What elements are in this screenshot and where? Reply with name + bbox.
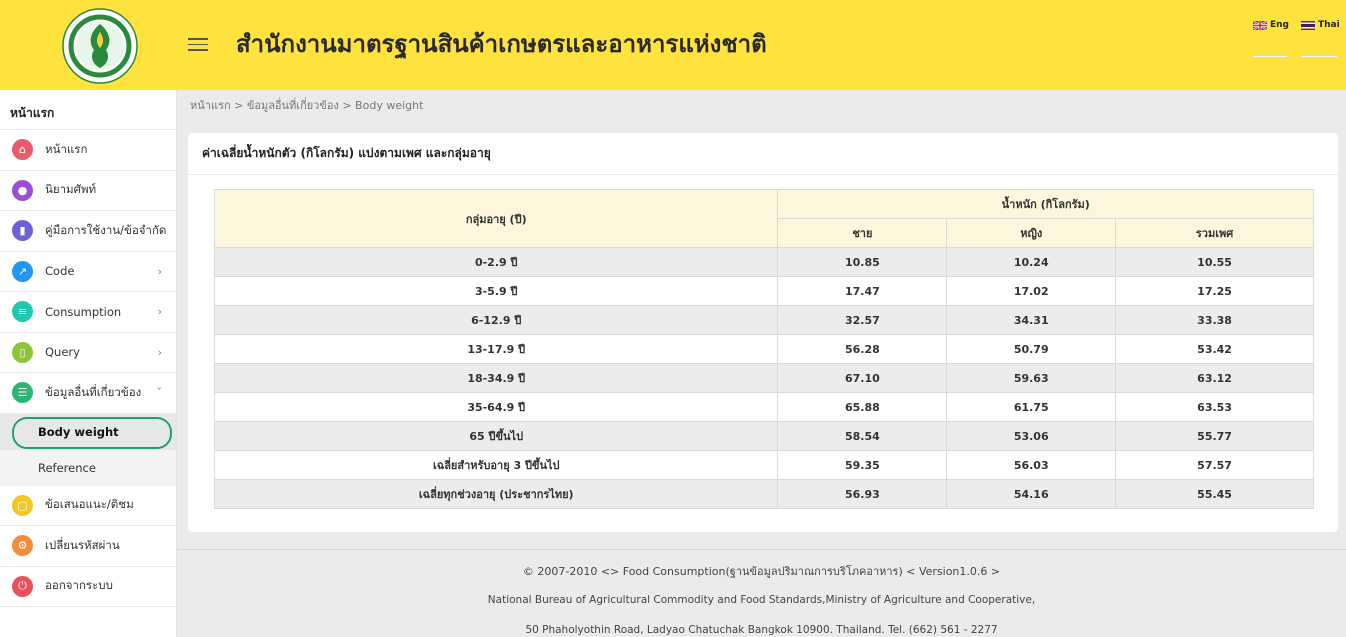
- total-weight-cell: 63.53: [1115, 392, 1314, 422]
- age-group-header: กลุ่มอายุ (ปี): [213, 189, 779, 248]
- total-weight-cell: 17.25: [1115, 276, 1314, 306]
- age-group-cell: เฉลี่ยทุกช่วงอายุ (ประชากรไทย): [213, 479, 779, 509]
- table-row: 35-64.9 ปี 65.88 61.75 63.53: [213, 392, 1314, 422]
- sidebar-subitem-body-weight[interactable]: Body weight: [0, 413, 176, 450]
- top-header: สำนักงานมาตรฐานสินค้าเกษตรและอาหารแห่งชา…: [0, 0, 1346, 90]
- sidebar-item-change-password[interactable]: ⚙ เปลี่ยนรหัสผ่าน: [0, 526, 176, 567]
- sidebar-item-home[interactable]: ⌂ หน้าแรก: [0, 130, 176, 171]
- thai-flag-icon: [1301, 20, 1315, 30]
- total-weight-cell: 33.38: [1115, 305, 1314, 335]
- sidebar-item-consumption[interactable]: ≡ Consumption ›: [0, 292, 176, 333]
- age-group-cell: 3-5.9 ปี: [213, 276, 779, 306]
- lang-english-link[interactable]: Eng: [1252, 19, 1289, 31]
- sidebar-item-feedback[interactable]: ▢ ข้อเสนอแนะ/ติชม: [0, 486, 176, 526]
- lang-thai-underline: [1301, 56, 1337, 57]
- gear-icon: ⚙: [12, 535, 33, 557]
- total-weight-cell: 55.45: [1115, 479, 1314, 509]
- book-icon: ▮: [12, 220, 33, 242]
- body-weight-card: ค่าเฉลี่ยน้ำหนักตัว (กิโลกรัม) แบ่งตามเพ…: [188, 133, 1338, 532]
- bulb-icon: ●: [12, 179, 33, 201]
- chevron-right-icon: ›: [157, 345, 162, 359]
- sidebar-item-logout[interactable]: ⏻ ออกจากระบบ: [0, 567, 176, 607]
- age-group-cell: 6-12.9 ปี: [213, 305, 779, 335]
- male-weight-cell: 56.93: [777, 479, 948, 509]
- age-group-cell: 13-17.9 ปี: [213, 334, 779, 364]
- male-weight-cell: 10.85: [777, 247, 948, 277]
- lang-english-underline: [1253, 56, 1287, 57]
- sidebar-subitem-reference[interactable]: Reference: [0, 449, 176, 486]
- uk-flag-icon: [1252, 19, 1268, 31]
- total-weight-cell: 63.12: [1115, 363, 1314, 393]
- table-row: เฉลี่ยทุกช่วงอายุ (ประชากรไทย) 56.93 54.16…: [213, 479, 1314, 509]
- female-weight-cell: 59.63: [946, 363, 1117, 393]
- file-icon: ▯: [12, 341, 33, 363]
- sidebar-item-manual[interactable]: ▮ คู่มือการใช้งาน/ข้อจำกัด: [0, 211, 176, 252]
- table-row: 18-34.9 ปี 67.10 59.63 63.12: [213, 363, 1314, 393]
- female-weight-cell: 53.06: [946, 421, 1117, 451]
- female-weight-cell: 17.02: [946, 276, 1117, 306]
- sidebar-heading: หน้าแรก: [0, 90, 176, 130]
- female-weight-cell: 61.75: [946, 392, 1117, 422]
- total-header: รวมเพศ: [1115, 218, 1314, 248]
- age-group-cell: 18-34.9 ปี: [213, 363, 779, 393]
- site-title: สำนักงานมาตรฐานสินค้าเกษตรและอาหารแห่งชา…: [236, 30, 767, 58]
- male-header: ชาย: [777, 218, 948, 248]
- male-weight-cell: 65.88: [777, 392, 948, 422]
- table-row: เฉลี่ยสำหรับอายุ 3 ปีขึ้นไป 59.35 56.03 57.…: [213, 450, 1314, 480]
- breadcrumb: หน้าแรก > ข้อมูลอื่นที่เกี่ยวข้อง > Body…: [190, 99, 424, 112]
- age-group-cell: เฉลี่ยสำหรับอายุ 3 ปีขึ้นไป: [213, 450, 779, 480]
- card-title: ค่าเฉลี่ยน้ำหนักตัว (กิโลกรัม) แบ่งตามเพ…: [188, 133, 1338, 175]
- home-icon: ⌂: [12, 139, 33, 161]
- sidebar-item-related-info[interactable]: ☰ ข้อมูลอื่นที่เกี่ยวข้อง ˇ: [0, 373, 176, 414]
- total-weight-cell: 55.77: [1115, 421, 1314, 451]
- agency-logo[interactable]: [46, 6, 154, 86]
- male-weight-cell: 67.10: [777, 363, 948, 393]
- lang-thai-link[interactable]: Thai: [1301, 20, 1340, 30]
- footer-copyright: © 2007-2010 <> Food Consumption(ฐานข้อมู…: [522, 565, 1001, 578]
- female-header: หญิง: [946, 218, 1117, 248]
- table-row: 13-17.9 ปี 56.28 50.79 53.42: [213, 334, 1314, 364]
- chevron-down-icon: ˇ: [156, 386, 163, 400]
- age-group-cell: 35-64.9 ปี: [213, 392, 779, 422]
- database-icon: ☰: [12, 382, 33, 404]
- power-icon: ⏻: [12, 575, 33, 597]
- menu-toggle-icon[interactable]: [188, 38, 208, 52]
- table-row: 3-5.9 ปี 17.47 17.02 17.25: [213, 276, 1314, 306]
- message-icon: ▢: [12, 494, 33, 516]
- male-weight-cell: 58.54: [777, 421, 948, 451]
- sidebar: หน้าแรก ⌂ หน้าแรก ● นิยามศัพท์ ▮ คู่มือก…: [0, 90, 177, 637]
- female-weight-cell: 10.24: [946, 247, 1117, 277]
- female-weight-cell: 56.03: [946, 450, 1117, 480]
- male-weight-cell: 17.47: [777, 276, 948, 306]
- male-weight-cell: 56.28: [777, 334, 948, 364]
- table-row: 0-2.9 ปี 10.85 10.24 10.55: [213, 247, 1314, 277]
- female-weight-cell: 34.31: [946, 305, 1117, 335]
- weight-header: น้ำหนัก (กิโลกรัม): [777, 189, 1314, 219]
- chevron-right-icon: ›: [157, 264, 162, 278]
- table-body: 0-2.9 ปี 10.85 10.24 10.55 3-5.9 ปี 17.47 17.0…: [213, 247, 1314, 509]
- male-weight-cell: 59.35: [777, 450, 948, 480]
- age-group-cell: 65 ปีขึ้นไป: [213, 421, 779, 451]
- sidebar-item-code[interactable]: ↗ Code ›: [0, 252, 176, 292]
- chevron-right-icon: ›: [157, 305, 162, 319]
- table-row: 65 ปีขึ้นไป 58.54 53.06 55.77: [213, 421, 1314, 451]
- male-weight-cell: 32.57: [777, 305, 948, 335]
- table-row: 6-12.9 ปี 32.57 34.31 33.38: [213, 305, 1314, 335]
- total-weight-cell: 53.42: [1115, 334, 1314, 364]
- footer-address: 50 Phaholyothin Road, Ladyao Chatuchak B…: [525, 624, 998, 636]
- total-weight-cell: 10.55: [1115, 247, 1314, 277]
- female-weight-cell: 54.16: [946, 479, 1117, 509]
- wrench-icon: ↗: [12, 260, 33, 282]
- sidebar-item-glossary[interactable]: ● นิยามศัพท์: [0, 171, 176, 211]
- list-icon: ≡: [12, 301, 33, 323]
- footer-divider: [177, 549, 1346, 550]
- total-weight-cell: 57.57: [1115, 450, 1314, 480]
- age-group-cell: 0-2.9 ปี: [213, 247, 779, 277]
- sidebar-item-query[interactable]: ▯ Query ›: [0, 333, 176, 373]
- body-weight-table: กลุ่มอายุ (ปี) น้ำหนัก (กิโลกรัม) ชาย หญ…: [213, 189, 1314, 509]
- footer-agency: National Bureau of Agricultural Commodit…: [487, 594, 1036, 606]
- female-weight-cell: 50.79: [946, 334, 1117, 364]
